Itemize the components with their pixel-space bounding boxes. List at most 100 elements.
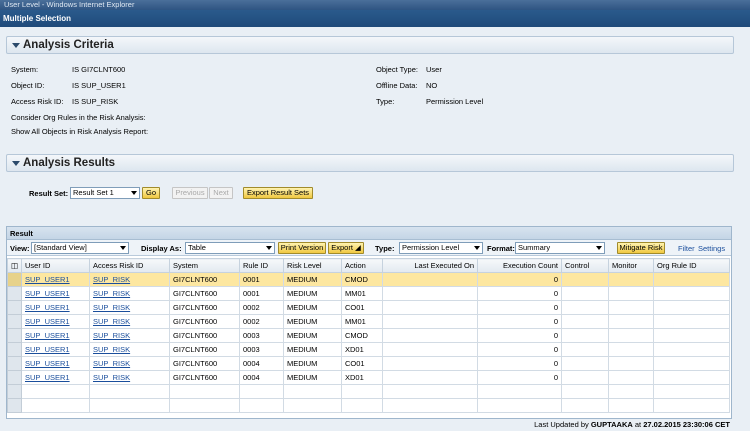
col-system[interactable]: System bbox=[169, 258, 240, 273]
table-cell: MM01 bbox=[341, 286, 383, 301]
display-as-label: Display As: bbox=[141, 244, 182, 253]
table-cell[interactable]: SUP_USER1 bbox=[21, 272, 90, 287]
row-selector[interactable] bbox=[7, 314, 22, 329]
table-cell[interactable]: SUP_USER1 bbox=[21, 314, 90, 329]
table-cell bbox=[561, 300, 609, 315]
access-risk-id-value: IS SUP_RISK bbox=[72, 97, 119, 106]
row-selector[interactable] bbox=[7, 286, 22, 301]
table-cell[interactable]: SUP_RISK bbox=[89, 314, 170, 329]
col-risk-level[interactable]: Risk Level bbox=[283, 258, 342, 273]
table-cell: GI7CLNT600 bbox=[169, 314, 240, 329]
row-selector[interactable] bbox=[7, 300, 22, 315]
table-cell[interactable]: SUP_RISK bbox=[89, 370, 170, 385]
table-header-row: ◫ User ID Access Risk ID System Rule ID … bbox=[7, 258, 730, 273]
last-updated-timestamp: 27.02.2015 23:30:06 bbox=[643, 420, 713, 429]
table-cell bbox=[382, 300, 478, 315]
table-cell[interactable]: SUP_USER1 bbox=[21, 300, 90, 315]
table-cell[interactable]: SUP_RISK bbox=[89, 342, 170, 357]
next-button[interactable]: Next bbox=[209, 187, 233, 199]
col-execution-count[interactable]: Execution Count bbox=[477, 258, 562, 273]
table-cell bbox=[341, 398, 383, 413]
table-cell[interactable]: SUP_USER1 bbox=[21, 328, 90, 343]
format-label: Format: bbox=[487, 244, 515, 253]
print-version-button[interactable]: Print Version bbox=[278, 242, 326, 254]
table-cell[interactable]: SUP_RISK bbox=[89, 328, 170, 343]
mitigate-risk-button[interactable]: Mitigate Risk bbox=[617, 242, 665, 254]
table-row[interactable]: SUP_USER1 SUP_RISK GI7CLNT600 0003 MEDIUM XD0… bbox=[7, 342, 730, 357]
table-cell bbox=[561, 342, 609, 357]
result-panel-title: Result bbox=[7, 227, 731, 240]
dropdown-arrow-icon bbox=[120, 246, 126, 250]
view-select[interactable]: [Standard View] bbox=[31, 242, 129, 254]
result-table: ◫ User ID Access Risk ID System Rule ID … bbox=[7, 258, 730, 413]
empty-row bbox=[7, 398, 730, 413]
table-row[interactable]: SUP_USER1 SUP_RISK GI7CLNT600 0004 MEDIUM XD0… bbox=[7, 370, 730, 385]
table-cell: MEDIUM bbox=[283, 356, 342, 371]
table-cell bbox=[89, 384, 170, 399]
format-select[interactable]: Summary bbox=[515, 242, 605, 254]
table-cell: GI7CLNT600 bbox=[169, 300, 240, 315]
table-cell[interactable]: SUP_RISK bbox=[89, 356, 170, 371]
table-row[interactable]: SUP_USER1 SUP_RISK GI7CLNT600 0002 MEDIUM CO0… bbox=[7, 300, 730, 315]
table-cell: CO01 bbox=[341, 300, 383, 315]
table-cell[interactable]: SUP_USER1 bbox=[21, 286, 90, 301]
previous-button[interactable]: Previous bbox=[172, 187, 208, 199]
table-cell bbox=[382, 398, 478, 413]
row-selector[interactable] bbox=[7, 370, 22, 385]
col-access-risk-id[interactable]: Access Risk ID bbox=[89, 258, 170, 273]
object-id-value: IS SUP_USER1 bbox=[72, 81, 126, 90]
table-row[interactable]: SUP_USER1 SUP_RISK GI7CLNT600 0001 MEDIUM MM0… bbox=[7, 286, 730, 301]
display-as-select[interactable]: Table bbox=[185, 242, 275, 254]
table-cell[interactable]: SUP_RISK bbox=[89, 286, 170, 301]
access-risk-id-label: Access Risk ID: bbox=[11, 97, 64, 106]
export-result-sets-button[interactable]: Export Result Sets bbox=[243, 187, 313, 199]
table-row[interactable]: SUP_USER1 SUP_RISK GI7CLNT600 0002 MEDIUM MM0… bbox=[7, 314, 730, 329]
table-cell: MEDIUM bbox=[283, 314, 342, 329]
table-cell bbox=[653, 356, 730, 371]
table-row[interactable]: SUP_USER1 SUP_RISK GI7CLNT600 0004 MEDIUM CO0… bbox=[7, 356, 730, 371]
collapse-triangle-icon[interactable] bbox=[12, 43, 20, 48]
go-button[interactable]: Go bbox=[142, 187, 160, 199]
table-cell: 0 bbox=[477, 342, 562, 357]
select-all-icon[interactable]: ◫ bbox=[7, 258, 22, 273]
table-cell bbox=[382, 342, 478, 357]
col-action[interactable]: Action bbox=[341, 258, 383, 273]
result-set-select[interactable]: Result Set 1 bbox=[70, 187, 140, 199]
table-cell[interactable]: SUP_USER1 bbox=[21, 342, 90, 357]
row-selector[interactable] bbox=[7, 328, 22, 343]
type-filter-label: Type: bbox=[375, 244, 395, 253]
table-cell[interactable]: SUP_USER1 bbox=[21, 356, 90, 371]
col-control[interactable]: Control bbox=[561, 258, 609, 273]
settings-link[interactable]: Settings bbox=[698, 244, 725, 253]
table-cell: XD01 bbox=[341, 342, 383, 357]
table-cell bbox=[653, 370, 730, 385]
row-selector[interactable] bbox=[7, 342, 22, 357]
table-cell[interactable]: SUP_RISK bbox=[89, 300, 170, 315]
system-label: System: bbox=[11, 65, 39, 74]
table-cell[interactable]: SUP_RISK bbox=[89, 272, 170, 287]
type-select[interactable]: Permission Level bbox=[399, 242, 483, 254]
table-row[interactable]: SUP_USER1 SUP_RISK GI7CLNT600 0003 MEDIUM CMO… bbox=[7, 328, 730, 343]
table-cell bbox=[653, 328, 730, 343]
collapse-triangle-icon[interactable] bbox=[12, 161, 20, 166]
type-label: Type: bbox=[376, 97, 395, 106]
dropdown-arrow-icon bbox=[474, 246, 480, 250]
col-monitor[interactable]: Monitor bbox=[608, 258, 654, 273]
table-row[interactable]: SUP_USER1 SUP_RISK GI7CLNT600 0001 MEDIUM CMO… bbox=[7, 272, 730, 287]
result-set-label: Result Set: bbox=[29, 189, 69, 198]
dropdown-arrow-icon bbox=[266, 246, 272, 250]
row-selector[interactable] bbox=[7, 356, 22, 371]
table-cell: MEDIUM bbox=[283, 342, 342, 357]
row-selector[interactable] bbox=[7, 272, 22, 287]
table-cell[interactable]: SUP_USER1 bbox=[21, 370, 90, 385]
col-org-rule-id[interactable]: Org Rule ID bbox=[653, 258, 730, 273]
col-rule-id[interactable]: Rule ID bbox=[239, 258, 284, 273]
col-user-id[interactable]: User ID bbox=[21, 258, 90, 273]
window-title-bar: User Level - Windows Internet Explorer bbox=[0, 0, 750, 10]
export-button[interactable]: Export ◢ bbox=[328, 242, 364, 254]
analysis-results-header[interactable]: Analysis Results bbox=[6, 154, 734, 172]
analysis-criteria-header[interactable]: Analysis Criteria bbox=[6, 36, 734, 54]
col-last-executed-on[interactable]: Last Executed On bbox=[382, 258, 478, 273]
filter-link[interactable]: Filter bbox=[678, 244, 695, 253]
table-cell bbox=[608, 328, 654, 343]
